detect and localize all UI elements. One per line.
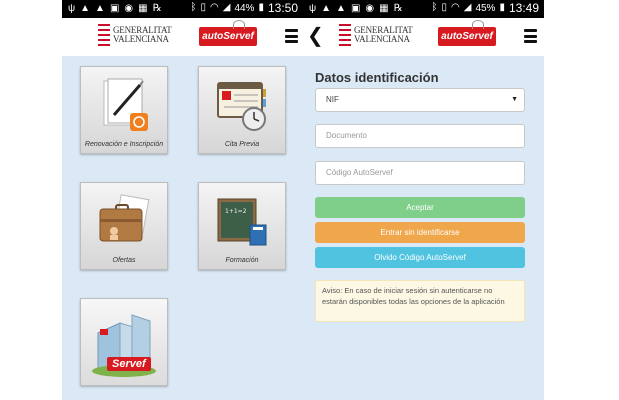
doc-type-select[interactable]: NIF ▼ [315, 88, 525, 112]
battery-icon: ▮ [258, 2, 264, 13]
tile-label: Ofertas [112, 257, 136, 264]
form-title: Datos identificación [315, 70, 439, 85]
agenda-clock-icon [217, 82, 266, 131]
bluetooth-icon: ᛒ [190, 2, 197, 13]
battery-percent: 45% [475, 2, 496, 14]
accept-button[interactable]: Aceptar [315, 197, 525, 218]
tile-label: Cita Previa [224, 141, 260, 148]
prescription-icon: ℞ [393, 3, 403, 14]
menu-icon[interactable] [285, 29, 298, 43]
gallery-icon: ▦ [379, 3, 389, 14]
clock: 13:50 [267, 1, 298, 15]
codigo-autoservef-input[interactable]: Código AutoServef [315, 161, 525, 185]
document-pen-icon [103, 78, 148, 131]
tile-renovacion[interactable]: Renovación e Inscripción [80, 66, 168, 154]
generalitat-logo: GENERALITAT VALENCIANA [339, 24, 413, 46]
back-arrow-icon[interactable]: ❮ [307, 24, 324, 48]
enter-anonymous-button[interactable]: Entrar sin identificarse [315, 222, 525, 243]
tile-label: Formación [225, 257, 259, 264]
wifi-icon: ◠ [210, 2, 219, 13]
location-icon: ◉ [365, 3, 375, 14]
vibrate-icon: ▯ [200, 2, 206, 13]
tile-formacion[interactable]: 1+1=2 Formación [198, 182, 286, 270]
warning-icon: ▲ [80, 3, 91, 14]
usb-icon: ψ [68, 3, 76, 14]
servef-logo: Servef [107, 357, 151, 371]
autoservef-logo: autoServef [438, 20, 496, 46]
notice-box: Aviso: En caso de iniciar sesión sin aut… [315, 280, 525, 322]
wifi-icon: ◠ [451, 2, 460, 13]
caret-down-icon: ▼ [511, 96, 518, 103]
app-header: ❮ GENERALITAT VALENCIANA autoServef [303, 18, 544, 56]
tile-ofertas[interactable]: Ofertas [80, 182, 168, 270]
usb-icon: ψ [309, 3, 317, 14]
gallery-icon: ▦ [138, 3, 148, 14]
tile-cita-previa[interactable]: Cita Previa [198, 66, 286, 154]
warning-icon: ▲ [321, 3, 332, 14]
prescription-icon: ℞ [152, 3, 162, 14]
status-bar: ψ ▲ ▲ ▣ ◉ ▦ ℞ ᛒ ▯ ◠ ◢ 44% ▮ 13:50 [62, 0, 303, 18]
generalitat-mark-icon [339, 24, 351, 46]
menu-icon[interactable] [524, 29, 537, 43]
home-screen: ψ ▲ ▲ ▣ ◉ ▦ ℞ ᛒ ▯ ◠ ◢ 44% ▮ 13:50 GENERA… [62, 0, 303, 400]
briefcase-icon [99, 194, 150, 242]
documento-input[interactable]: Documento [315, 124, 525, 148]
generalitat-mark-icon [98, 24, 110, 46]
warning-icon: ▲ [95, 3, 105, 14]
svg-text:1+1=2: 1+1=2 [225, 208, 247, 215]
status-bar: ψ ▲ ▲ ▣ ◉ ▦ ℞ ᛒ ▯ ◠ ◢ 45% ▮ 13:49 [303, 0, 544, 18]
tile-servef[interactable]: Servef [80, 298, 168, 386]
warning-icon: ▲ [336, 3, 346, 14]
vibrate-icon: ▯ [441, 2, 447, 13]
image-icon: ▣ [350, 3, 361, 14]
forgot-code-button[interactable]: Olvido Código AutoServef [315, 247, 525, 268]
signal-icon: ◢ [463, 2, 472, 13]
bluetooth-icon: ᛒ [431, 2, 438, 13]
battery-icon: ▮ [499, 2, 505, 13]
generalitat-logo: GENERALITAT VALENCIANA [98, 24, 172, 46]
signal-icon: ◢ [222, 2, 231, 13]
location-icon: ◉ [124, 3, 134, 14]
battery-percent: 44% [234, 2, 255, 14]
autoservef-logo: autoServef [199, 20, 257, 46]
login-screen: ψ ▲ ▲ ▣ ◉ ▦ ℞ ᛒ ▯ ◠ ◢ 45% ▮ 13:49 ❮ GENE… [303, 0, 544, 400]
clock: 13:49 [508, 1, 539, 15]
chalkboard-icon: 1+1=2 [217, 198, 267, 246]
tile-label: Renovación e Inscripción [84, 141, 164, 148]
image-icon: ▣ [109, 3, 120, 14]
app-header: GENERALITAT VALENCIANA autoServef [62, 18, 303, 56]
